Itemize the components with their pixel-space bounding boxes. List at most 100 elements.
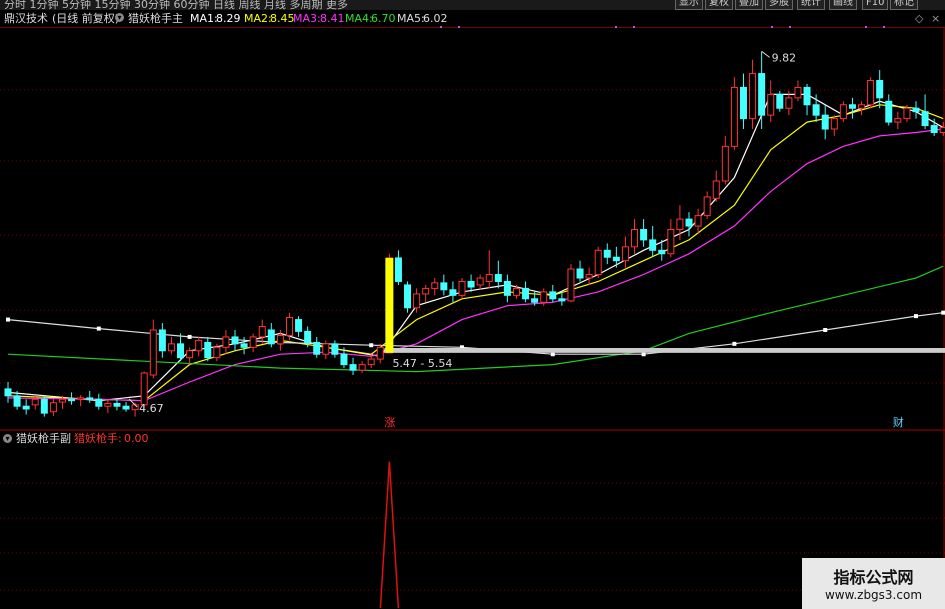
sub-chart-header: ▾ 猎妖枪手副 猎妖枪手: 0.00 <box>0 430 945 447</box>
candle-body <box>939 127 945 133</box>
candle-body <box>576 268 584 279</box>
candle-body <box>322 343 330 355</box>
ma5-dot <box>914 314 918 319</box>
sub-indicator-name[interactable]: 猎妖枪手副 <box>16 430 71 447</box>
candle-body <box>830 118 838 130</box>
candle-body <box>676 218 684 231</box>
sub-series-value: 0.00 <box>124 432 149 445</box>
candle-body <box>912 107 920 113</box>
candle-body <box>431 282 439 289</box>
support-band-rect <box>384 348 945 353</box>
candle-body <box>494 274 502 282</box>
candle-body <box>77 397 85 400</box>
candle-body <box>213 346 221 359</box>
candle-body <box>903 107 911 120</box>
candle-body <box>649 239 657 251</box>
candle-body <box>721 145 729 182</box>
candle-body <box>331 343 339 355</box>
signal-spike <box>379 461 400 609</box>
candle-body <box>267 329 275 345</box>
candle-body <box>658 249 666 255</box>
ma5-dot <box>6 317 10 322</box>
candle-body <box>848 104 856 109</box>
signal-dot <box>440 26 442 28</box>
candle-body <box>503 280 511 296</box>
ma5-dot <box>941 310 945 315</box>
candle-body <box>512 287 520 296</box>
candle-body <box>667 229 675 255</box>
candle-body <box>295 319 303 332</box>
candle-body <box>313 341 321 355</box>
candle-body <box>40 398 48 414</box>
top-border <box>0 27 945 28</box>
candle-body <box>22 405 30 410</box>
ma1-line <box>7 93 944 402</box>
candle-body <box>458 280 466 296</box>
watermark-url: www.zbgs3.com <box>824 588 923 602</box>
ma5-dot <box>732 341 737 346</box>
candle-body <box>158 329 166 352</box>
candle-body <box>749 73 757 120</box>
candle-body <box>522 287 530 300</box>
candle-body <box>376 346 384 360</box>
candle-body <box>640 229 648 241</box>
candle-body <box>249 336 257 348</box>
candle-body <box>104 402 112 407</box>
candle-body <box>149 329 157 376</box>
ma4-line <box>7 265 944 373</box>
moving-average-lines <box>6 93 945 402</box>
candle-body <box>167 343 175 352</box>
candle-body <box>776 93 784 109</box>
candle-body <box>821 114 829 130</box>
candle-body <box>49 402 57 413</box>
ma5-dot <box>187 334 192 339</box>
sub-indicator-menu-icon[interactable]: ▾ <box>3 434 12 443</box>
candle-body <box>195 339 203 352</box>
candle-body <box>367 358 375 366</box>
candle-body <box>685 218 693 227</box>
watermark-title: 指标公式网 <box>833 568 914 587</box>
candle-body <box>467 280 475 288</box>
candle-body <box>422 287 430 295</box>
candle-body <box>612 256 620 262</box>
candle-body <box>404 284 412 309</box>
candle-body <box>885 100 893 123</box>
candle-body <box>177 343 185 359</box>
candle-body <box>767 93 775 116</box>
candle-body <box>549 291 557 300</box>
candle-body <box>858 104 866 109</box>
candle-body <box>240 343 248 348</box>
candle-body <box>222 336 230 348</box>
candle-body <box>930 125 938 133</box>
candle-body <box>867 80 875 106</box>
ma2-line <box>7 104 944 402</box>
candle-body <box>921 111 929 127</box>
candle-body <box>276 335 284 345</box>
candle-body <box>413 293 421 309</box>
candle-body <box>258 326 266 338</box>
candle-body <box>631 229 639 248</box>
support-band <box>384 348 945 353</box>
signal-dot <box>865 26 867 28</box>
candle-body <box>594 249 602 276</box>
ma5-dot <box>369 343 374 348</box>
candle-body <box>485 274 493 282</box>
candle-body <box>585 274 593 279</box>
signal-dot <box>883 26 885 28</box>
candle-body <box>794 86 802 99</box>
candle-body <box>712 180 720 199</box>
candle-body <box>86 397 94 400</box>
candle-body <box>739 86 747 120</box>
candle-body <box>113 402 121 407</box>
candle-body <box>876 80 884 99</box>
candle-body <box>603 249 611 258</box>
signal-dot <box>615 26 617 28</box>
finance-marker: 财 <box>893 415 904 429</box>
candle-body <box>31 398 39 406</box>
band-label: 5.47 - 5.54 <box>392 357 452 370</box>
signal-bar <box>385 257 394 353</box>
ma5-dot <box>96 326 101 331</box>
candle-body <box>231 336 239 345</box>
candle-body <box>694 215 702 227</box>
candle-body <box>285 317 293 337</box>
